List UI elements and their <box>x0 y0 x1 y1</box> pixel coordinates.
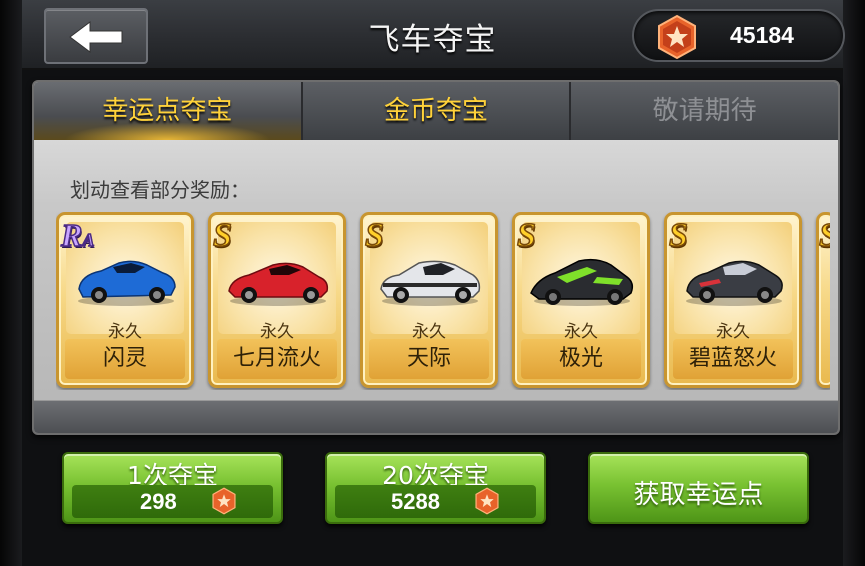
tab-coming-soon[interactable]: 敬请期待 <box>571 82 838 140</box>
reward-card-partial[interactable]: S <box>816 212 830 388</box>
cost-amount: 5288 <box>391 489 440 514</box>
car-icon <box>686 260 783 306</box>
grade-badge-s: S <box>364 216 384 255</box>
reward-carousel[interactable]: RA 永久 闪灵 S 永久 七月流火 S 永久 天际 S 永久 极光 S 永久 … <box>56 212 830 390</box>
tab-lucky-points[interactable]: 幸运点夺宝 <box>34 82 303 140</box>
grade-badge-s: S <box>212 216 232 255</box>
left-edge <box>0 0 22 566</box>
tab-label: 敬请期待 <box>652 96 757 126</box>
draw-twenty-button[interactable]: 20次夺宝 5288 <box>325 452 546 524</box>
tab-label: 幸运点夺宝 <box>102 96 233 126</box>
button-label: 获取幸运点 <box>633 480 764 510</box>
reward-card[interactable]: S 永久 极光 <box>512 212 650 388</box>
car-icon <box>530 258 634 306</box>
lucky-star-coin-icon <box>475 487 499 515</box>
lucky-star-coin-icon <box>212 487 236 515</box>
cost-amount: 298 <box>140 489 177 514</box>
reward-name: 天际 <box>369 339 489 379</box>
reward-name: 碧蓝怒火 <box>673 339 793 379</box>
grade-badge-s: S <box>818 216 830 255</box>
currency-amount: 45184 <box>730 22 794 48</box>
tab-gold-coins[interactable]: 金币夺宝 <box>302 82 572 140</box>
reward-name: 七月流火 <box>217 339 337 379</box>
swipe-hint: 划动查看部分奖励： <box>70 178 250 202</box>
right-edge <box>843 0 865 566</box>
currency-display: 45184 <box>632 9 845 62</box>
treasure-panel: 幸运点夺宝 金币夺宝 敬请期待 划动查看部分奖励： RA 永久 闪灵 S 永久 … <box>32 80 840 435</box>
cost-bar: 5288 <box>335 485 536 518</box>
reward-card[interactable]: S 永久 碧蓝怒火 <box>664 212 802 388</box>
grade-badge-ra: RA <box>60 216 95 254</box>
reward-name: 极光 <box>521 339 641 379</box>
car-icon <box>78 260 176 306</box>
get-lucky-points-button[interactable]: 获取幸运点 <box>588 452 809 524</box>
draw-once-button[interactable]: 1次夺宝 298 <box>62 452 283 524</box>
grade-badge-s: S <box>516 216 536 255</box>
panel-footer-bar <box>34 400 838 433</box>
tab-bar: 幸运点夺宝 金币夺宝 敬请期待 <box>34 82 838 140</box>
reward-card[interactable]: S 永久 天际 <box>360 212 498 388</box>
lucky-star-coin-icon <box>658 14 696 60</box>
cost-bar: 298 <box>72 485 273 518</box>
reward-card[interactable]: S 永久 七月流火 <box>208 212 346 388</box>
car-icon <box>228 262 329 306</box>
reward-name: 闪灵 <box>65 339 185 379</box>
reward-card[interactable]: RA 永久 闪灵 <box>56 212 194 388</box>
tab-label: 金币夺宝 <box>384 96 489 126</box>
car-icon <box>380 260 481 306</box>
grade-badge-s: S <box>668 216 688 255</box>
